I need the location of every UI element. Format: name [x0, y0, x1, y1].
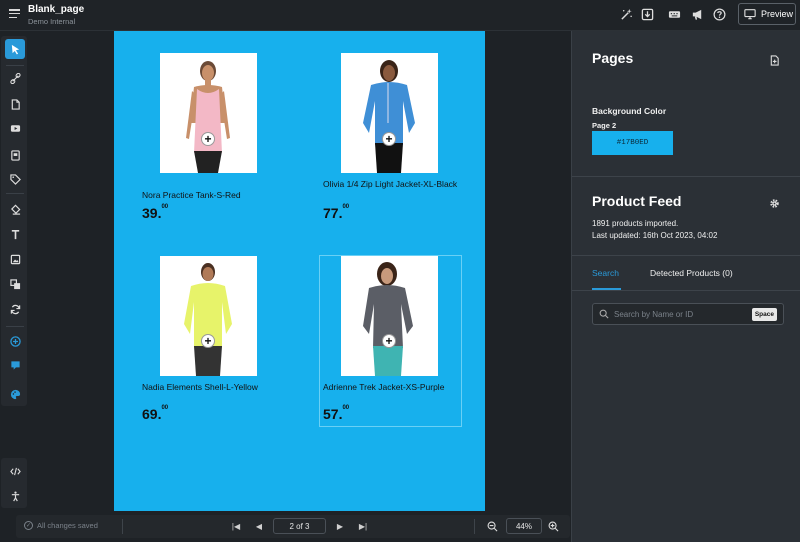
code-tool-icon[interactable]: [5, 461, 25, 481]
product-price: 39.00: [142, 204, 169, 221]
product-image[interactable]: +: [160, 256, 257, 376]
zoom-level[interactable]: 44%: [506, 518, 542, 534]
text-tool-icon[interactable]: [5, 224, 25, 244]
product-name: Nora Practice Tank-S-Red: [142, 190, 241, 200]
tag-tool-icon[interactable]: [5, 169, 25, 189]
add-product-icon[interactable]: +: [201, 334, 215, 348]
space-key-hint: Space: [751, 308, 777, 321]
product-image[interactable]: +: [341, 256, 438, 376]
bg-color-swatch[interactable]: #17B0ED: [592, 131, 673, 155]
zoom-in-icon[interactable]: [547, 520, 559, 532]
tool-list: [2, 36, 28, 506]
megaphone-icon[interactable]: [691, 8, 704, 21]
layers-tool-icon[interactable]: [5, 274, 25, 294]
model-photo: [184, 263, 232, 376]
search-input[interactable]: [614, 307, 744, 321]
magic-wand-icon[interactable]: [620, 8, 633, 21]
toolbar-divider: [6, 193, 24, 194]
refresh-tool-icon[interactable]: [5, 299, 25, 319]
palette-tool-icon[interactable]: [5, 384, 25, 404]
pages-title: Pages: [592, 50, 634, 66]
fill-tool-icon[interactable]: [5, 199, 25, 219]
model-photo: [186, 61, 230, 173]
product-name: Adrienne Trek Jacket-XS-Purple: [323, 382, 445, 392]
product-image[interactable]: +: [160, 53, 257, 173]
add-page-icon[interactable]: [769, 53, 780, 71]
panel-divider: [572, 290, 800, 291]
page-label: Page 2: [592, 121, 617, 130]
imported-count: 1891 products imported.: [592, 219, 679, 228]
product-name: Nadia Elements Shell-L-Yellow: [142, 382, 258, 392]
top-bar: Blank_page Demo Internal Preview: [0, 0, 800, 31]
save-status-text: All changes saved: [37, 521, 98, 530]
prev-page-icon[interactable]: ◀: [253, 520, 265, 532]
help-icon[interactable]: [713, 8, 726, 21]
product-search-field[interactable]: Space: [592, 303, 784, 325]
image-tool-icon[interactable]: [5, 249, 25, 269]
monitor-icon: [744, 9, 756, 20]
product-name: Olivia 1/4 Zip Light Jacket-XL-Black: [323, 179, 458, 189]
zoom-out-icon[interactable]: [486, 520, 498, 532]
bg-color-label: Background Color: [592, 106, 667, 116]
select-tool-icon[interactable]: [5, 39, 25, 59]
video-tool-icon[interactable]: [5, 118, 25, 138]
tab-detected-products[interactable]: Detected Products (0): [650, 268, 733, 278]
first-page-icon[interactable]: |◀: [230, 520, 242, 532]
menu-icon[interactable]: [9, 9, 20, 19]
product-price: 69.00: [142, 405, 169, 422]
model-photo: [363, 262, 413, 376]
document-title: Blank_page: [28, 4, 85, 15]
product-feed-title: Product Feed: [592, 193, 682, 209]
keyboard-icon[interactable]: [668, 8, 681, 21]
panel-divider: [572, 176, 800, 177]
check-icon: ✓: [24, 521, 33, 530]
product-price: 77.00: [323, 204, 350, 221]
comment-tool-icon[interactable]: [5, 355, 25, 375]
add-product-icon[interactable]: +: [201, 132, 215, 146]
gear-icon[interactable]: [769, 196, 780, 214]
last-updated: Last updated: 16th Oct 2023, 04:02: [592, 231, 718, 240]
accessibility-icon[interactable]: [5, 486, 25, 506]
panel-divider: [572, 255, 800, 256]
properties-panel: Pages Background Color Page 2 #17B0ED Pr…: [571, 31, 800, 542]
product-image[interactable]: +: [341, 53, 438, 173]
toolbar-divider: [6, 326, 24, 327]
page-tool-icon[interactable]: [5, 94, 25, 114]
tab-search[interactable]: Search: [592, 268, 619, 278]
save-status: ✓ All changes saved: [24, 521, 98, 530]
preview-label: Preview: [761, 9, 794, 19]
next-page-icon[interactable]: ▶: [334, 520, 346, 532]
download-icon[interactable]: [641, 8, 654, 21]
link-tool-icon[interactable]: [5, 68, 25, 88]
product-price: 57.00: [323, 405, 350, 422]
last-page-icon[interactable]: ▶|: [357, 520, 369, 532]
divider: [122, 519, 123, 534]
gallery-tool-icon[interactable]: [5, 145, 25, 165]
add-product-icon[interactable]: +: [382, 334, 396, 348]
preview-button[interactable]: Preview: [738, 3, 796, 25]
add-product-icon[interactable]: +: [382, 132, 396, 146]
divider: [474, 519, 475, 534]
add-circle-icon[interactable]: [5, 331, 25, 351]
document-subtitle: Demo Internal: [28, 17, 76, 26]
model-photo: [363, 60, 415, 173]
page-indicator[interactable]: 2 of 3: [273, 518, 326, 534]
toolbar-divider: [6, 65, 24, 66]
search-icon: [599, 309, 609, 319]
